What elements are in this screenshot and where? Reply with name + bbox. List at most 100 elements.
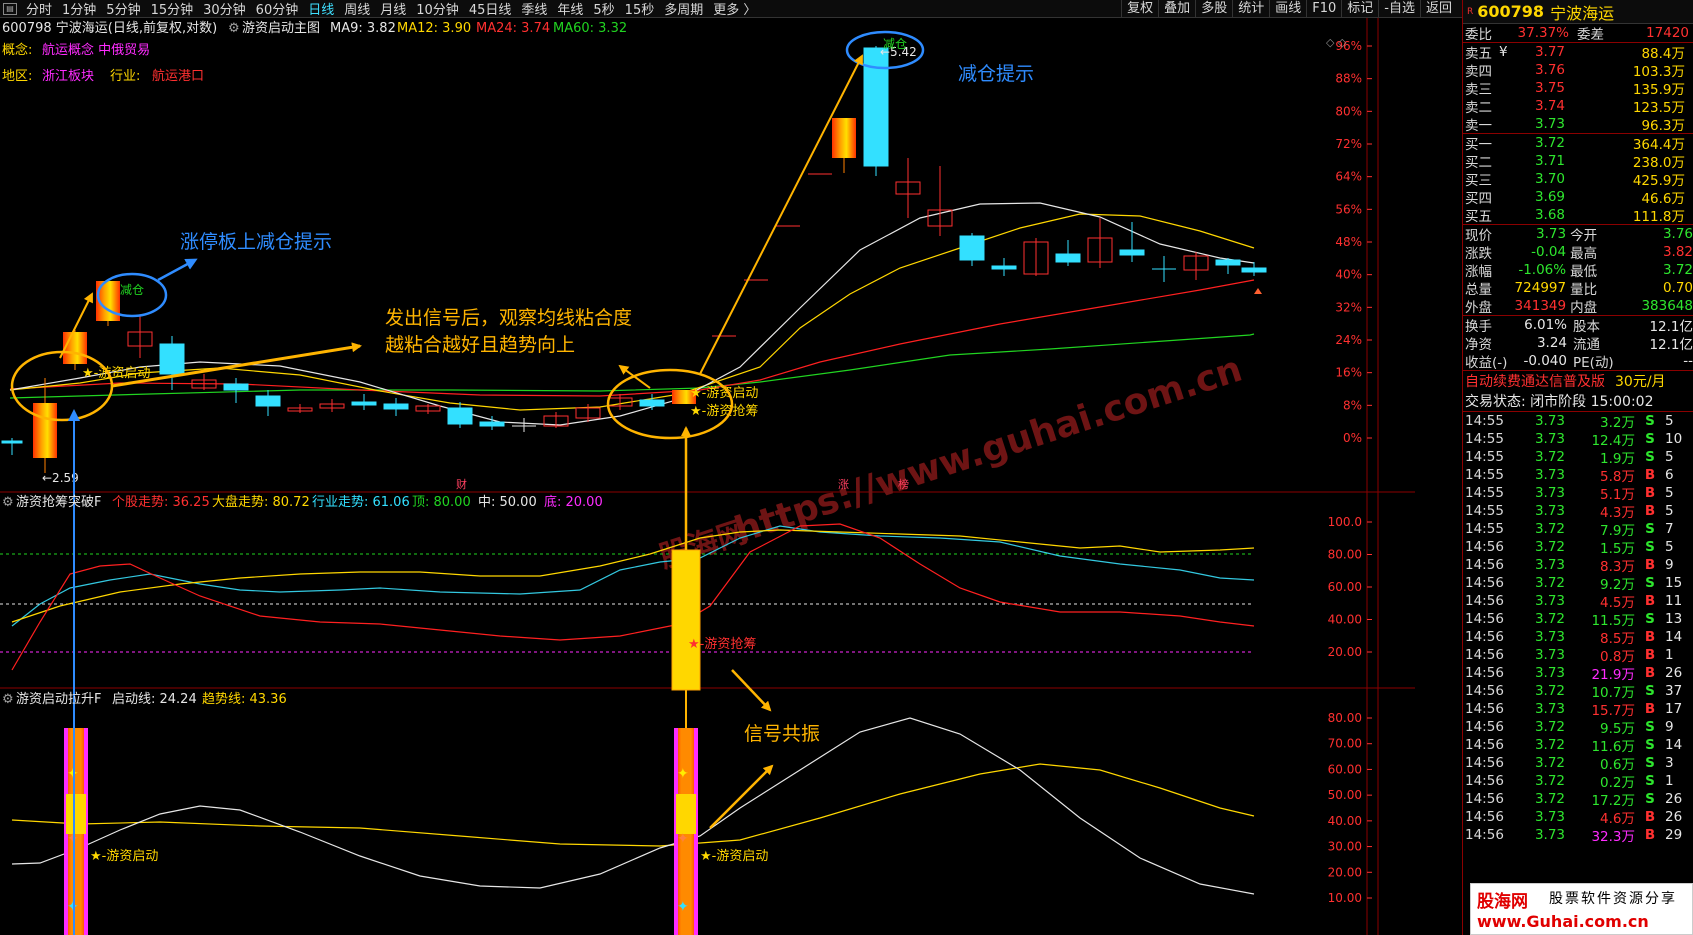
stat-row: 涨幅 -1.06% 最低 3.72	[1463, 261, 1693, 280]
order-row[interactable]: 卖二 3.74 123.5万	[1463, 97, 1693, 116]
stat-label: 最低	[1570, 264, 1598, 280]
order-label: 卖三	[1465, 82, 1492, 98]
order-volume: 88.4万	[1641, 46, 1685, 62]
tab-period-8[interactable]: 月线	[375, 0, 411, 18]
tick-count: 11	[1665, 593, 1683, 609]
axis-label: 72%	[1335, 137, 1362, 151]
tab-period-2[interactable]: 5分钟	[101, 0, 145, 18]
start-signal-bar-right: ✦ ✦ ✦	[674, 728, 698, 935]
tab-period-12[interactable]: 年线	[552, 0, 588, 18]
order-row[interactable]: 买五 3.68 111.8万	[1463, 206, 1693, 225]
tab-period-15[interactable]: 多周期	[659, 0, 708, 18]
kline-chart[interactable]: 96%88%80%72%64%56%48%40%32%24%16%8%0% 10…	[0, 18, 1415, 935]
tick-volume: 11.5万	[1591, 613, 1635, 629]
order-row[interactable]: 卖三 3.75 135.9万	[1463, 79, 1693, 98]
tab-period-16[interactable]: 更多 〉	[708, 0, 761, 18]
fund-row: 收益(-) -0.040 PE(动) --	[1463, 352, 1693, 371]
axis-label: 10.00	[1328, 891, 1362, 905]
panel2-axis: 100.0 80.00 60.00 40.00 20.00	[1328, 515, 1372, 659]
tool-button-6[interactable]: 标记	[1341, 0, 1378, 18]
tab-period-13[interactable]: 5秒	[588, 0, 619, 18]
order-row[interactable]: 卖五 ¥3.77 88.4万	[1463, 43, 1693, 62]
tick-price: 3.73	[1534, 467, 1565, 483]
tab-period-1[interactable]: 1分钟	[57, 0, 101, 18]
tab-period-4[interactable]: 30分钟	[198, 0, 251, 18]
axis-label: 20.00	[1328, 865, 1362, 879]
ma24-line	[9, 279, 1255, 397]
tick-volume: 1.9万	[1600, 451, 1635, 467]
tab-period-10[interactable]: 45日线	[464, 0, 517, 18]
weibi-value: 37.37%	[1517, 25, 1569, 41]
stat-label: 现价	[1465, 228, 1492, 244]
order-row[interactable]: 买三 3.70 425.9万	[1463, 170, 1693, 189]
tool-button-2[interactable]: 多股	[1195, 0, 1232, 18]
stat-row: 涨跌 -0.04 最高 3.82	[1463, 243, 1693, 262]
tick-side: B	[1644, 665, 1656, 681]
tick-row: 14:55 3.73 3.2万 S 5	[1463, 412, 1693, 431]
tool-button-4[interactable]: 画线	[1269, 0, 1306, 18]
tab-period-6[interactable]: 日线	[303, 0, 339, 18]
tab-period-11[interactable]: 季线	[516, 0, 552, 18]
axis-label: 88%	[1335, 72, 1362, 86]
tick-volume: 0.6万	[1600, 757, 1635, 773]
order-price: 3.68	[1534, 207, 1565, 223]
quote-header: R 600798 宁波海运	[1463, 0, 1693, 24]
tick-side: S	[1645, 539, 1655, 555]
chart-area[interactable]: 96% 88% 80% 72% 64% 56% 48% 40% 32% 24% 16% 8% 0% 10…	[0, 18, 1415, 935]
tick-row: 14:56 3.72 0.2万 S 1	[1463, 772, 1693, 791]
order-row[interactable]: 买一 3.72 364.4万	[1463, 134, 1693, 153]
fund-label: 净资	[1465, 337, 1492, 353]
main-header: 600798 宁波海运(日线,前复权,对数) ⚙ 游资启动主图 MA9: 3.8…	[2, 20, 627, 84]
promo-banner[interactable]: 自动续费通达信普及版 30元/月	[1463, 371, 1693, 391]
tick-side: B	[1644, 701, 1656, 717]
settings-icon: ⚙	[228, 21, 240, 36]
region-value: 浙江板块	[42, 69, 94, 84]
order-row[interactable]: 买四 3.69 46.6万	[1463, 188, 1693, 207]
region-label: 地区:	[2, 69, 32, 84]
candle-down	[383, 398, 409, 416]
axis-label: 40.00	[1328, 814, 1362, 828]
tick-price: 3.73	[1534, 701, 1565, 717]
stock-code: 600798	[1477, 2, 1545, 21]
stat-label: 最高	[1570, 246, 1598, 262]
tool-button-3[interactable]: 统计	[1232, 0, 1269, 18]
panel-frames	[0, 18, 1415, 935]
axis-label: 100.0	[1328, 515, 1362, 529]
tick-volume: 5.8万	[1600, 469, 1635, 485]
ma60-value: MA60: 3.32	[553, 21, 627, 36]
signal-grab-label: ★-游资抢筹	[690, 403, 758, 419]
tab-period-0[interactable]: 分时	[21, 0, 57, 18]
tick-volume: 21.9万	[1591, 667, 1635, 683]
candle-doji	[1152, 256, 1176, 282]
tab-period-9[interactable]: 10分钟	[411, 0, 464, 18]
tick-time: 14:55	[1465, 449, 1504, 465]
tool-button-5[interactable]: F10	[1306, 0, 1341, 18]
ma24-value: MA24: 3.74	[476, 21, 550, 36]
tick-volume: 8.3万	[1600, 559, 1635, 575]
tool-button-8[interactable]: 返回	[1419, 0, 1457, 18]
mid-level: 中: 50.00	[478, 495, 537, 510]
tick-time: 14:56	[1465, 755, 1504, 771]
tab-period-7[interactable]: 周线	[339, 0, 375, 18]
order-row[interactable]: 买二 3.71 238.0万	[1463, 152, 1693, 171]
fund-label: 收益(-)	[1465, 355, 1508, 371]
axis-label: 80.00	[1328, 548, 1362, 562]
tab-period-5[interactable]: 60分钟	[251, 0, 304, 18]
tool-button-7[interactable]: -自选	[1378, 0, 1420, 18]
order-row[interactable]: 卖一 3.73 96.3万	[1463, 115, 1693, 134]
candle-up	[1023, 238, 1049, 276]
order-row[interactable]: 卖四 3.76 103.3万	[1463, 61, 1693, 80]
tick-count: 5	[1665, 503, 1674, 519]
tick-list[interactable]: 14:55 3.73 3.2万 S 5 14:55 3.73 12.4万 S 10 14:55 3.7…	[1463, 412, 1693, 845]
menu-icon[interactable]: ▤	[3, 2, 17, 15]
tool-button-1[interactable]: 叠加	[1158, 0, 1195, 18]
tick-price: 3.73	[1534, 593, 1565, 609]
stat-label: 涨跌	[1465, 246, 1492, 262]
order-price: 3.72	[1534, 135, 1565, 151]
tab-period-3[interactable]: 15分钟	[146, 0, 199, 18]
tool-button-0[interactable]: 复权	[1121, 0, 1158, 18]
tab-period-14[interactable]: 15秒	[620, 0, 660, 18]
axis-label: 24%	[1335, 333, 1362, 347]
tick-row: 14:56 3.73 4.5万 B 11	[1463, 592, 1693, 611]
tick-price: 3.73	[1534, 557, 1565, 573]
